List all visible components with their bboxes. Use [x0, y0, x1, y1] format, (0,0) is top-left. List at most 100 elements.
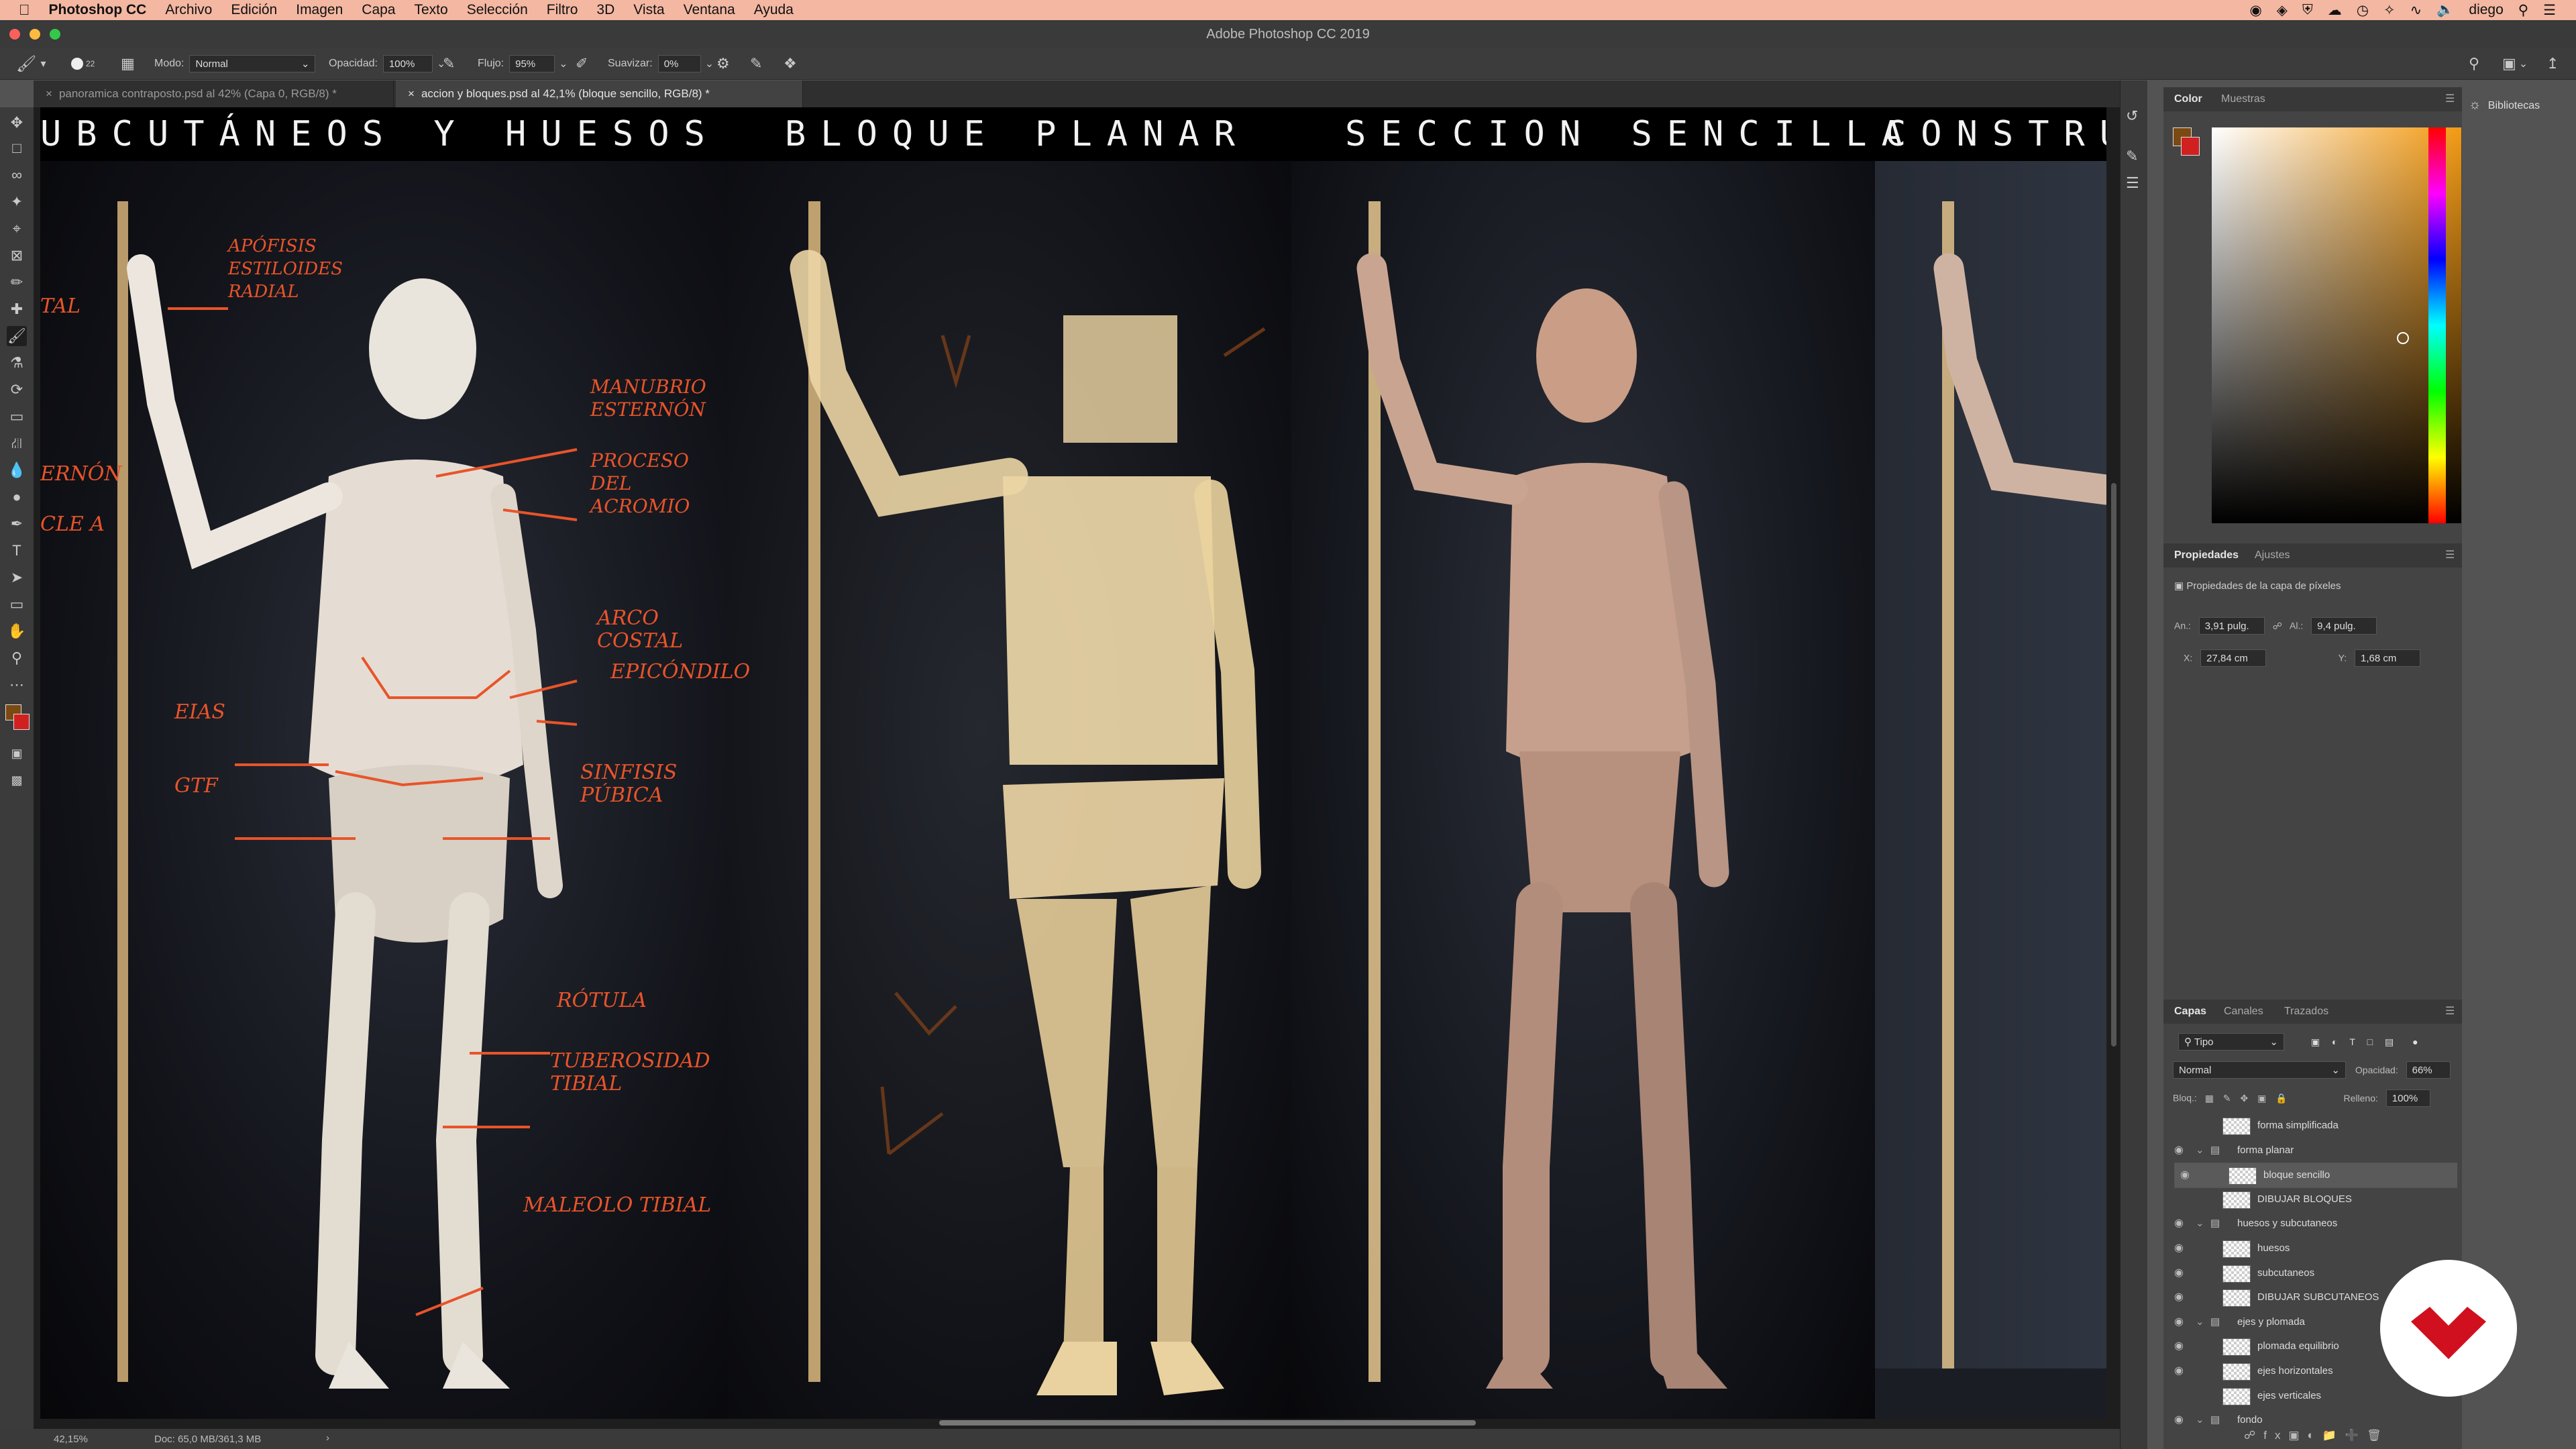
- chevron-down-icon[interactable]: ⌄: [2196, 1212, 2204, 1236]
- tab-panoramica[interactable]: × panoramica contraposto.psd al 42% (Capa…: [34, 80, 394, 107]
- healing-brush-tool-icon[interactable]: ✚: [7, 299, 27, 319]
- canvas-area[interactable]: UBCUTÁNEOS Y HUESOS BLOQUE PLANAR SECCIO…: [34, 107, 2120, 1429]
- eye-icon[interactable]: [2174, 1120, 2186, 1132]
- color-picker-marker[interactable]: [2397, 332, 2409, 344]
- cc-icon[interactable]: ◈: [2277, 2, 2288, 19]
- brush-settings-icon[interactable]: ✎: [2126, 148, 2138, 165]
- menu-seleccion[interactable]: Selección: [467, 2, 528, 18]
- eye-icon[interactable]: ◉: [2174, 1267, 2186, 1279]
- link-icon[interactable]: ☍: [2273, 621, 2282, 631]
- record-icon[interactable]: ◉: [2249, 2, 2261, 19]
- color-bg-swatch[interactable]: [2181, 137, 2200, 156]
- eye-icon[interactable]: ◉: [2174, 1144, 2186, 1157]
- rectangle-tool-icon[interactable]: ▭: [7, 594, 27, 614]
- eye-icon[interactable]: ◉: [2174, 1340, 2186, 1352]
- blend-mode-select[interactable]: Normal ⌄: [2173, 1061, 2346, 1079]
- doc-size[interactable]: Doc: 65,0 MB/361,3 MB: [154, 1434, 261, 1445]
- tab-ajustes[interactable]: Ajustes: [2255, 543, 2290, 568]
- menu-ventana[interactable]: Ventana: [684, 2, 735, 18]
- new-layer-icon[interactable]: ➕: [2345, 1429, 2367, 1442]
- timemachine-icon[interactable]: ◷: [2357, 2, 2369, 19]
- brush-size-picker[interactable]: 22: [71, 48, 95, 79]
- chevron-down-icon[interactable]: ⌄: [2196, 1408, 2204, 1429]
- layer-group-row[interactable]: ◉ ⌄ ▤ forma planar: [2169, 1138, 2454, 1163]
- apple-icon[interactable]: : [19, 1, 30, 19]
- magic-wand-tool-icon[interactable]: ✦: [7, 192, 27, 212]
- x-input[interactable]: 27,84 cm: [2200, 649, 2267, 667]
- eye-icon[interactable]: ◉: [2174, 1242, 2186, 1254]
- vertical-scrollbar[interactable]: [2111, 483, 2116, 1046]
- layer-filter-select[interactable]: ⚲ Tipo ⌄: [2178, 1033, 2284, 1051]
- blur-tool-icon[interactable]: 💧: [7, 460, 27, 480]
- background-color-swatch[interactable]: [13, 714, 30, 730]
- fill-input[interactable]: 100%: [2385, 1089, 2430, 1107]
- close-icon[interactable]: ×: [408, 87, 415, 100]
- symmetry-button[interactable]: ❖: [784, 48, 797, 79]
- hue-slider[interactable]: [2428, 127, 2446, 523]
- smooth-input[interactable]: 0%: [657, 55, 701, 72]
- mode-select[interactable]: Normal ⌄: [189, 55, 316, 72]
- zoom-tool-icon[interactable]: ⚲: [7, 648, 27, 668]
- y-input[interactable]: 1,68 cm: [2355, 649, 2421, 667]
- tab-canales[interactable]: Canales: [2224, 1000, 2263, 1024]
- notification-center-icon[interactable]: ☰: [2543, 2, 2556, 19]
- adjust-sliders-icon[interactable]: ☰: [2126, 174, 2139, 192]
- color-field[interactable]: [2212, 127, 2461, 523]
- clone-stamp-tool-icon[interactable]: ⚗: [7, 353, 27, 373]
- menu-app[interactable]: Photoshop CC: [49, 2, 147, 18]
- frame-tool-icon[interactable]: ⊠: [7, 246, 27, 266]
- filter-smart-icon[interactable]: ▤: [2385, 1036, 2394, 1047]
- history-icon[interactable]: ↺: [2126, 107, 2138, 125]
- lock-artboard-icon[interactable]: ▣: [2257, 1093, 2266, 1104]
- menu-capa[interactable]: Capa: [362, 2, 395, 18]
- path-selection-tool-icon[interactable]: ➤: [7, 568, 27, 588]
- pressure-size-toggle[interactable]: ✎: [750, 48, 762, 79]
- spotlight-search-icon[interactable]: ⚲: [2518, 2, 2528, 19]
- cloud-icon[interactable]: ☁: [2328, 2, 2342, 19]
- close-icon[interactable]: ×: [46, 87, 52, 100]
- tab-propiedades[interactable]: Propiedades: [2174, 543, 2239, 568]
- tab-trazados[interactable]: Trazados: [2284, 1000, 2328, 1024]
- search-button[interactable]: ⚲: [2469, 48, 2479, 79]
- panel-menu-icon[interactable]: ☰: [2445, 543, 2455, 568]
- layer-row[interactable]: forma simplificada: [2169, 1114, 2454, 1138]
- lock-position-icon[interactable]: ✥: [2240, 1093, 2248, 1104]
- tab-muestras[interactable]: Muestras: [2221, 87, 2265, 111]
- layer-row[interactable]: ◉ huesos: [2169, 1236, 2454, 1260]
- eye-icon[interactable]: ◉: [2174, 1414, 2186, 1426]
- eye-icon[interactable]: [2174, 1390, 2186, 1402]
- minimize-window-button[interactable]: [30, 29, 40, 40]
- lasso-tool-icon[interactable]: ∞: [7, 165, 27, 185]
- menu-3d[interactable]: 3D: [596, 2, 614, 18]
- fx-icon[interactable]: fx: [2263, 1429, 2288, 1442]
- flow-input[interactable]: 95%: [509, 55, 555, 72]
- libraries-button[interactable]: ☼ Bibliotecas: [2469, 97, 2576, 138]
- close-window-button[interactable]: [9, 29, 20, 40]
- horizontal-scrollbar[interactable]: [939, 1420, 1476, 1426]
- height-input[interactable]: 9,4 pulg.: [2311, 617, 2377, 635]
- menu-ayuda[interactable]: Ayuda: [754, 2, 794, 18]
- chevron-down-icon[interactable]: ⌄: [2196, 1310, 2204, 1334]
- dodge-tool-icon[interactable]: ●: [7, 487, 27, 507]
- eraser-tool-icon[interactable]: ▭: [7, 407, 27, 427]
- eye-icon[interactable]: ◉: [2174, 1291, 2186, 1303]
- panel-menu-icon[interactable]: ☰: [2445, 87, 2455, 111]
- lock-all-icon[interactable]: 🔒: [2275, 1093, 2287, 1104]
- paint-bucket-tool-icon[interactable]: ⛜: [7, 433, 27, 453]
- eye-icon[interactable]: ◉: [2174, 1316, 2186, 1328]
- lock-transparent-icon[interactable]: ▦: [2205, 1093, 2214, 1104]
- new-group-icon[interactable]: 📁: [2322, 1429, 2345, 1442]
- hand-tool-icon[interactable]: ✋: [7, 621, 27, 641]
- quick-mask-icon[interactable]: ▣: [7, 743, 27, 763]
- crop-tool-icon[interactable]: ⌖: [7, 219, 27, 239]
- chevron-down-icon[interactable]: ⌄: [705, 57, 714, 70]
- menu-vista[interactable]: Vista: [633, 2, 664, 18]
- pen-tool-icon[interactable]: ✒: [7, 514, 27, 534]
- marquee-tool-icon[interactable]: □: [7, 138, 27, 158]
- pressure-opacity-toggle[interactable]: ✎: [443, 48, 455, 79]
- chevron-down-icon[interactable]: ⌄: [559, 57, 568, 70]
- airbrush-toggle[interactable]: ✐: [576, 48, 588, 79]
- panel-menu-icon[interactable]: ☰: [2445, 1000, 2455, 1024]
- wifi-icon[interactable]: ∿: [2410, 2, 2422, 19]
- workspace-button[interactable]: ▣ ⌄: [2502, 48, 2528, 79]
